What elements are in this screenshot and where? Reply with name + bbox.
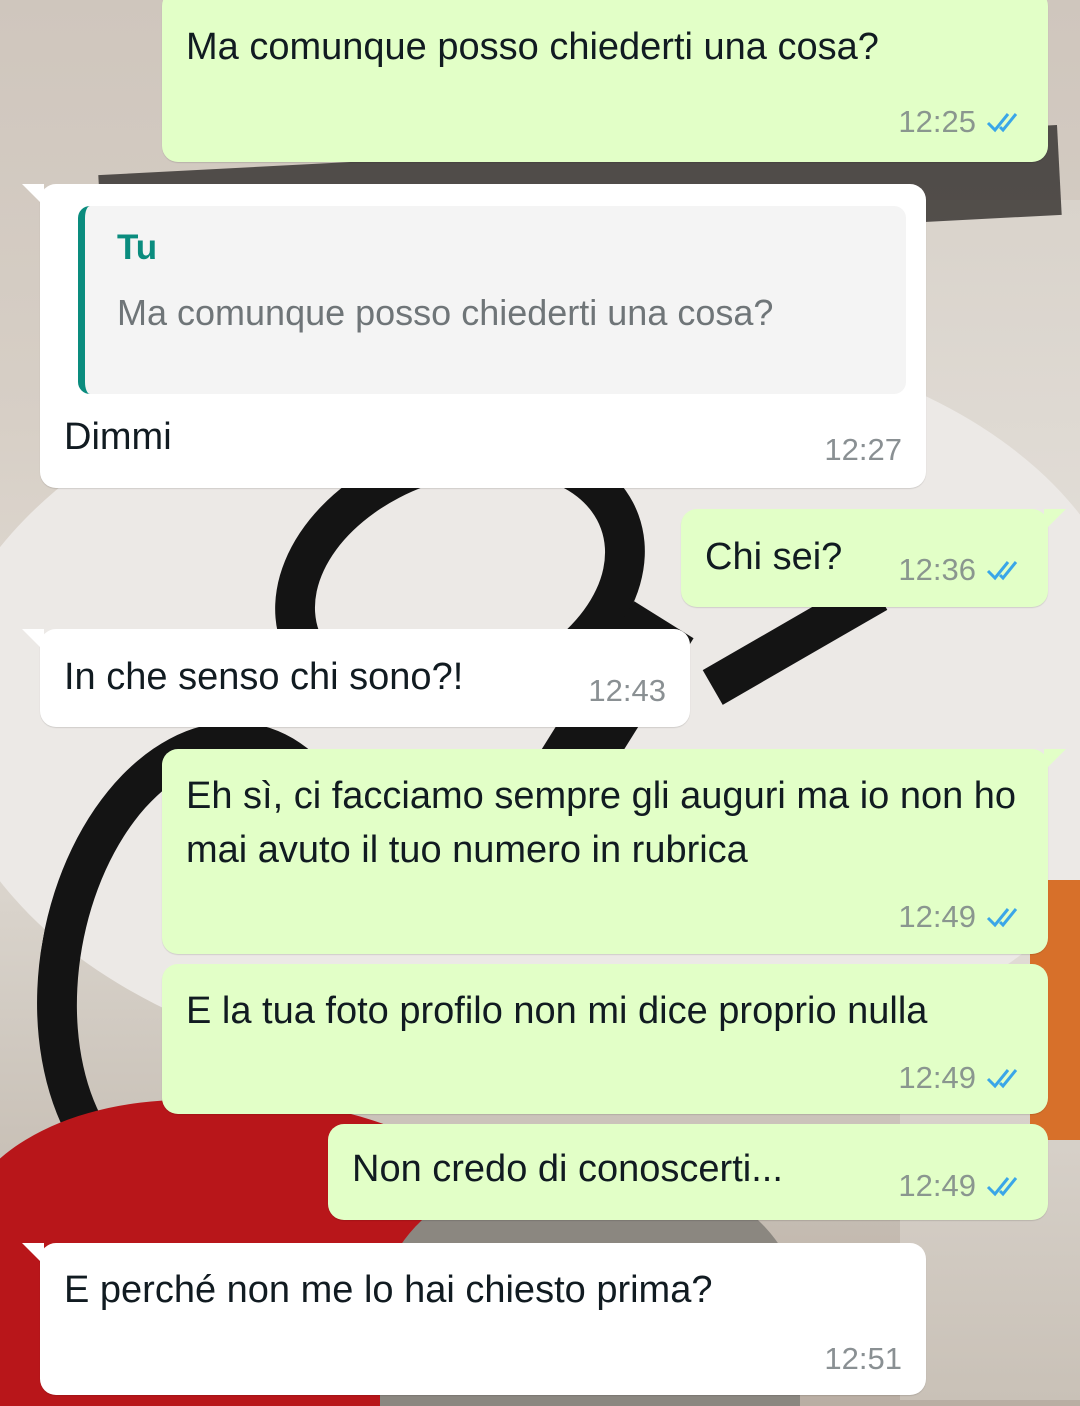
message-text: Chi sei? — [705, 536, 843, 578]
message-meta: 12:49 — [898, 1060, 1024, 1096]
message-meta: 12:49 — [898, 1168, 1024, 1204]
message-meta: 12:43 — [588, 673, 666, 709]
message-bubble-outgoing[interactable]: Non credo di conoscerti... 12:49 — [328, 1124, 1048, 1220]
message-text: Eh sì, ci facciamo sempre gli auguri ma … — [186, 775, 1027, 871]
quoted-message[interactable]: Tu Ma comunque posso chiederti una cosa? — [78, 206, 906, 394]
message-bubble-incoming[interactable]: Tu Ma comunque posso chiederti una cosa?… — [22, 184, 926, 488]
message-bubble-outgoing[interactable]: Eh sì, ci facciamo sempre gli auguri ma … — [162, 749, 1066, 954]
message-bubble-outgoing[interactable]: Chi sei? 12:36 — [681, 509, 1066, 607]
message-text: E la tua foto profilo non mi dice propri… — [186, 990, 928, 1032]
double-check-read-icon — [986, 110, 1024, 134]
message-text: Non credo di conoscerti... — [352, 1148, 783, 1190]
message-time: 12:51 — [824, 1341, 902, 1376]
message-meta: 12:49 — [898, 899, 1024, 935]
message-meta: 12:51 — [824, 1341, 902, 1377]
double-check-read-icon — [986, 1174, 1024, 1198]
message-time: 12:43 — [588, 673, 666, 708]
message-bubble-outgoing[interactable]: Ma comunque posso chiederti una cosa? 12… — [162, 0, 1048, 162]
message-time: 12:27 — [824, 432, 902, 467]
message-meta: 12:27 — [824, 432, 902, 468]
message-meta: 12:36 — [898, 552, 1024, 588]
message-bubble-outgoing[interactable]: E la tua foto profilo non mi dice propri… — [162, 964, 1048, 1114]
double-check-read-icon — [986, 905, 1024, 929]
message-text: Dimmi — [64, 416, 172, 458]
message-text: E perché non me lo hai chiesto prima? — [64, 1269, 713, 1311]
message-text: Ma comunque posso chiederti una cosa? — [186, 26, 879, 68]
message-time: 12:49 — [898, 899, 976, 934]
message-time: 12:49 — [898, 1168, 976, 1203]
quoted-author: Tu — [117, 228, 158, 267]
message-text: In che senso chi sono?! — [64, 656, 464, 698]
message-time: 12:25 — [898, 104, 976, 139]
double-check-read-icon — [986, 558, 1024, 582]
message-meta: 12:25 — [898, 104, 1024, 140]
double-check-read-icon — [986, 1066, 1024, 1090]
message-time: 12:36 — [898, 552, 976, 587]
message-bubble-incoming[interactable]: In che senso chi sono?! 12:43 — [22, 629, 690, 727]
message-bubble-incoming[interactable]: E perché non me lo hai chiesto prima? 12… — [22, 1243, 926, 1395]
quoted-text: Ma comunque posso chiederti una cosa? — [117, 292, 774, 333]
message-time: 12:49 — [898, 1060, 976, 1095]
